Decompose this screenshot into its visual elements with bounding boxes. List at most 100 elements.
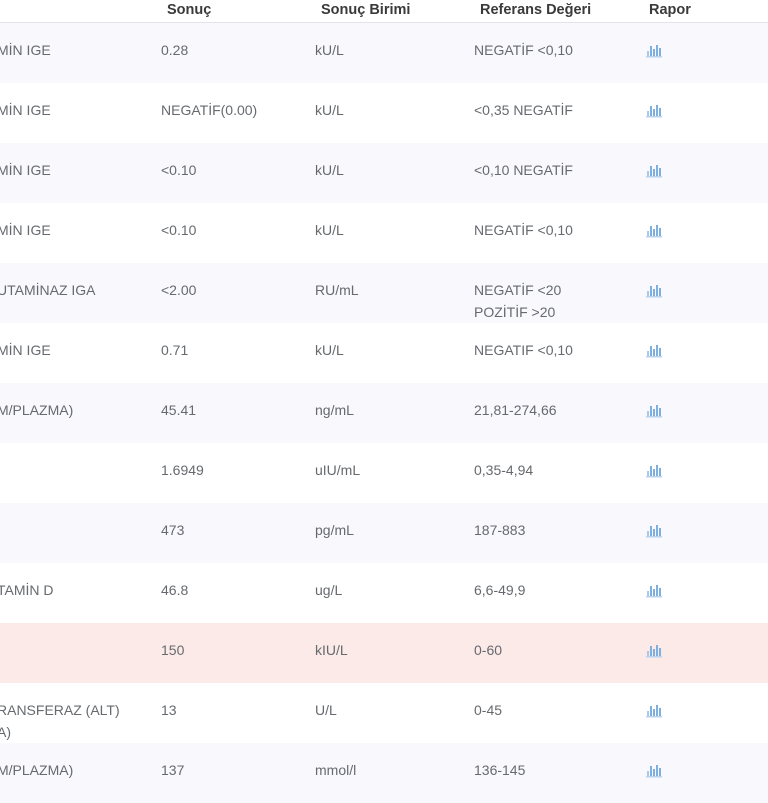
report-chart-button[interactable] [646, 643, 663, 658]
result-value-cell: 13 [161, 702, 177, 718]
test-name-cell: MİN IGE [0, 143, 161, 181]
test-name-cell [0, 443, 161, 459]
reference-value-cell-line: 0-45 [474, 702, 503, 718]
bar-chart-icon [646, 585, 662, 598]
test-name-cell-line: MİN IGE [0, 342, 51, 358]
reference-value-cell-line: 187-883 [474, 522, 526, 538]
reference-value-cell-line: NEGATİF <0,10 [474, 42, 573, 58]
column-header-test-name [0, 0, 161, 22]
test-name-cell-line: MİN IGE [0, 42, 51, 58]
reference-value-cell-line: NEGATİF <20 [474, 282, 562, 298]
report-cell [643, 143, 768, 184]
report-chart-button[interactable] [646, 703, 663, 718]
result-value-cell: 45.41 [161, 402, 197, 418]
report-cell [643, 383, 768, 424]
report-chart-button[interactable] [646, 163, 663, 178]
report-cell [643, 323, 768, 364]
reference-value-cell: 0,35-4,94 [474, 443, 643, 481]
report-chart-button[interactable] [646, 223, 663, 238]
test-name-cell-line: UTAMİNAZ IGA [0, 282, 96, 298]
reference-value-cell: 6,6-49,9 [474, 563, 643, 601]
test-name-cell: MİN IGE [0, 323, 161, 361]
result-row: MİN IGE <0.10 kU/L NEGATİF <0,10 [0, 203, 768, 263]
bar-chart-icon [646, 105, 662, 118]
test-name-cell: MİN IGE [0, 23, 161, 61]
report-chart-button[interactable] [646, 463, 663, 478]
bar-chart-icon [646, 345, 662, 358]
report-cell [643, 563, 768, 604]
test-name-cell-line: MİN IGE [0, 102, 51, 118]
result-row: M/PLAZMA) 45.41 ng/mL 21,81-274,66 [0, 383, 768, 443]
report-chart-button[interactable] [646, 343, 663, 358]
report-chart-button[interactable] [646, 403, 663, 418]
result-value-cell: 473 [161, 522, 185, 538]
reference-value-cell-line: 136-145 [474, 762, 526, 778]
result-value-cell: NEGATİF(0.00) [161, 102, 258, 118]
report-chart-button[interactable] [646, 103, 663, 118]
report-chart-button[interactable] [646, 583, 663, 598]
result-row: MİN IGE <0.10 kU/L <0,10 NEGATİF [0, 143, 768, 203]
reference-value-cell-line: 0,35-4,94 [474, 462, 534, 478]
unit-cell: RU/mL [315, 282, 359, 298]
unit-cell: ug/L [315, 582, 343, 598]
unit-cell: kIU/L [315, 642, 348, 658]
reference-value-cell-line: NEGATİF <0,10 [474, 222, 573, 238]
test-name-cell-line: M/PLAZMA) [0, 402, 74, 418]
bar-chart-icon [646, 405, 662, 418]
test-name-cell-line: MİN IGE [0, 222, 51, 238]
reference-value-cell: 136-145 [474, 743, 643, 781]
result-value-cell: 46.8 [161, 582, 189, 598]
unit-cell: U/L [315, 702, 337, 718]
reference-value-cell: NEGATİF <0,10 [474, 23, 643, 61]
column-header-reference: Referans Değeri [480, 2, 592, 18]
test-name-cell [0, 623, 161, 639]
result-row: MİN IGE 0.28 kU/L NEGATİF <0,10 [0, 23, 768, 83]
result-row: MİN IGE 0.71 kU/L NEGATIF <0,10 [0, 323, 768, 383]
reference-value-cell: 0-45 [474, 683, 643, 721]
report-cell [643, 743, 768, 784]
lab-results-table: Sonuç Sonuç Birimi Referans Değeri Rapor… [0, 0, 768, 803]
unit-cell: kU/L [315, 342, 344, 358]
reference-value-cell: <0,35 NEGATİF [474, 83, 643, 121]
report-chart-button[interactable] [646, 763, 663, 778]
test-name-cell: M/PLAZMA) [0, 743, 161, 781]
reference-value-cell: 0-60 [474, 623, 643, 661]
report-chart-button[interactable] [646, 523, 663, 538]
test-name-cell-line: A) [0, 724, 11, 740]
column-header-result: Sonuç [167, 2, 212, 18]
report-cell [643, 623, 768, 664]
result-row: RANSFERAZ (ALT) A) 13 U/L 0-45 [0, 683, 768, 743]
test-name-cell: MİN IGE [0, 83, 161, 121]
column-header-report: Rapor [649, 2, 691, 18]
reference-value-cell: <0,10 NEGATİF [474, 143, 643, 181]
report-cell [643, 683, 768, 724]
reference-value-cell: NEGATİF <20 POZİTİF >20 [474, 263, 643, 323]
column-header-unit: Sonuç Birimi [321, 2, 411, 18]
unit-cell: kU/L [315, 162, 344, 178]
report-chart-button[interactable] [646, 43, 663, 58]
result-value-cell: <0.10 [161, 222, 197, 238]
table-body: MİN IGE 0.28 kU/L NEGATİF <0,10 MİN IGE NEGA… [0, 23, 768, 803]
test-name-cell-line: M/PLAZMA) [0, 762, 74, 778]
reference-value-cell-line: POZİTİF >20 [474, 304, 556, 320]
test-name-cell-line: RANSFERAZ (ALT) [0, 702, 120, 718]
test-name-cell: RANSFERAZ (ALT) A) [0, 683, 161, 743]
reference-value-cell: 187-883 [474, 503, 643, 541]
result-row: TAMİN D 46.8 ug/L 6,6-49,9 [0, 563, 768, 623]
reference-value-cell-line: NEGATIF <0,10 [474, 342, 573, 358]
unit-cell: kU/L [315, 102, 344, 118]
report-chart-button[interactable] [646, 283, 663, 298]
test-name-cell [0, 503, 161, 519]
report-cell [643, 23, 768, 64]
result-row: MİN IGE NEGATİF(0.00) kU/L <0,35 NEGATİF [0, 83, 768, 143]
result-row: 1.6949 uIU/mL 0,35-4,94 [0, 443, 768, 503]
bar-chart-icon [646, 465, 662, 478]
bar-chart-icon [646, 765, 662, 778]
report-cell [643, 263, 768, 304]
bar-chart-icon [646, 705, 662, 718]
test-name-cell-line: MİN IGE [0, 162, 51, 178]
result-row: 473 pg/mL 187-883 [0, 503, 768, 563]
reference-value-cell-line: 6,6-49,9 [474, 582, 526, 598]
unit-cell: uIU/mL [315, 462, 361, 478]
test-name-cell: M/PLAZMA) [0, 383, 161, 421]
